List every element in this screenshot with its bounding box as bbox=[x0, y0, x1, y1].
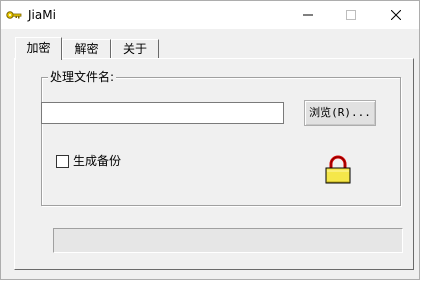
tab-label: 解密 bbox=[74, 42, 99, 56]
maximize-button bbox=[330, 1, 372, 29]
key-icon bbox=[6, 8, 22, 22]
tab-encrypt[interactable]: 加密 bbox=[15, 37, 62, 60]
padlock-icon bbox=[323, 155, 353, 185]
file-groupbox: 处理文件名: bbox=[41, 70, 401, 206]
maximize-icon bbox=[346, 10, 356, 20]
close-button[interactable] bbox=[375, 1, 417, 29]
progress-bar bbox=[53, 228, 403, 253]
file-path-input[interactable] bbox=[41, 102, 284, 124]
title-bar[interactable]: JiaMi bbox=[1, 1, 419, 29]
minimize-button[interactable] bbox=[287, 1, 329, 29]
tab-about[interactable]: 关于 bbox=[111, 39, 159, 58]
close-icon bbox=[391, 10, 401, 20]
backup-checkbox[interactable] bbox=[56, 155, 69, 168]
browse-button[interactable]: 浏览(R)... bbox=[304, 100, 376, 126]
minimize-icon bbox=[303, 10, 313, 20]
tab-label: 关于 bbox=[122, 42, 147, 56]
tab-label: 加密 bbox=[26, 41, 51, 55]
app-window: JiaMi 加密 解密 关于 处理文件名: 浏览(R)... 生成备份 bbox=[0, 0, 420, 280]
window-title: JiaMi bbox=[28, 8, 56, 22]
group-label: 处理文件名: bbox=[48, 70, 117, 84]
tab-decrypt[interactable]: 解密 bbox=[62, 39, 111, 58]
backup-checkbox-label[interactable]: 生成备份 bbox=[73, 153, 121, 169]
